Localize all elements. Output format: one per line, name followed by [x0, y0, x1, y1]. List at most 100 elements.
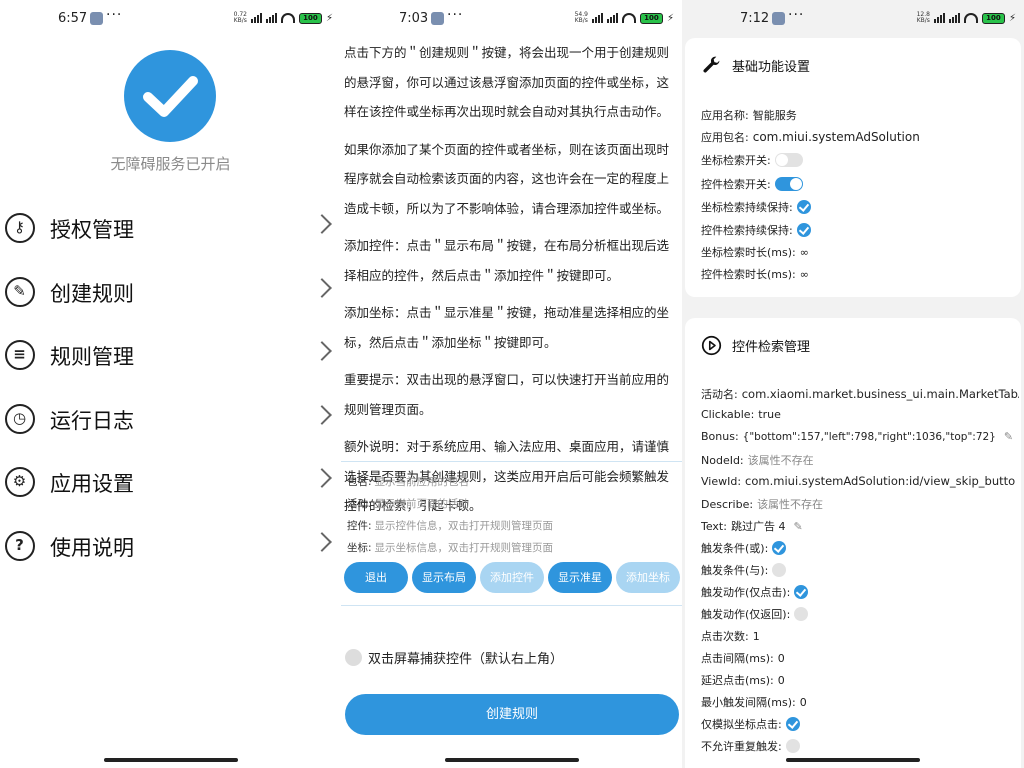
create-rule-screen: 7:03 ··· 54.9 KB/s 100 ⚡ 点击下方的＂创建规则＂按键，将…	[341, 0, 682, 768]
action-back-row: 触发动作(仅返回):	[701, 606, 1019, 622]
widget-search-card: 控件检索管理 活动名: com.xiaomi.market.business_ui…	[685, 318, 1021, 768]
help-paragraph: 点击下方的＂创建规则＂按键，将会出现一个用于创建规则的悬浮窗，你可以通过该悬浮窗…	[344, 45, 670, 119]
battery-icon: 100	[639, 12, 663, 24]
home-indicator[interactable]	[444, 758, 579, 762]
float-row-widget: 控件: 显示控件信息，双击打开规则管理页面	[347, 520, 554, 532]
double-tap-label: 双击屏幕捕获控件（默认右上角）	[368, 652, 564, 667]
main-menu: ⚷ 授权管理 ✎ 创建规则 ≡ 规则管理 ◷ 运行日志 ⚙ 应用设置 ? 使用说…	[0, 197, 341, 579]
service-enabled-check-icon	[124, 50, 216, 142]
signal-icon-2	[265, 13, 277, 23]
charging-icon: ⚡	[325, 12, 333, 24]
chevron-right-icon	[312, 341, 332, 362]
trigger-and-checkbox[interactable]	[772, 563, 787, 577]
status-time: 6:57	[58, 11, 88, 26]
click-interval-row[interactable]: 点击间隔(ms): 0	[701, 650, 1019, 666]
menu-item-settings[interactable]: ⚙ 应用设置	[0, 451, 341, 515]
widget-switch-row: 控件检索开关:	[701, 176, 1019, 192]
add-widget-button[interactable]: 添加控件	[480, 562, 544, 593]
edit-icon[interactable]: ✎	[1004, 430, 1013, 443]
menu-item-label: 规则管理	[50, 345, 134, 370]
home-indicator[interactable]	[103, 758, 238, 762]
menu-item-label: 创建规则	[50, 281, 134, 306]
rule-settings-screen: 7:12 ··· 12.8 KB/s 100 ⚡ 基础功能设置 应用名称: 智能服…	[682, 0, 1024, 768]
signal-icon	[933, 13, 945, 23]
trigger-and-row: 触发条件(与):	[701, 562, 1019, 578]
wifi-icon	[963, 13, 978, 23]
menu-item-label: 运行日志	[50, 408, 134, 433]
help-paragraph: 添加控件：点击＂显示布局＂按键，在布局分析框出现后选择相应的控件，然后点击＂添加…	[344, 238, 670, 283]
clickable-row: Clickable: true	[701, 408, 781, 421]
charging-icon: ⚡	[1008, 12, 1016, 24]
clock-icon: ◷	[5, 403, 35, 434]
help-paragraph: 添加坐标：点击＂显示准星＂按键，拖动准星选择相应的坐标，然后点击＂添加坐标＂按键…	[344, 305, 670, 350]
help-text: 点击下方的＂创建规则＂按键，将会出现一个用于创建规则的悬浮窗，你可以通过该悬浮窗…	[344, 38, 680, 529]
chevron-right-icon	[312, 404, 332, 425]
widget-switch-toggle[interactable]	[774, 177, 803, 191]
double-tap-radio[interactable]	[345, 649, 362, 666]
exit-button[interactable]: 退出	[344, 562, 408, 593]
bonus-row: Bonus: {"bottom":157,"left":798,"right":1…	[701, 430, 1014, 443]
wifi-icon	[621, 13, 636, 23]
add-coord-button[interactable]: 添加坐标	[616, 562, 680, 593]
status-bar: 6:57 ··· 0.72 KB/s 100 ⚡	[0, 0, 341, 38]
action-click-checkbox[interactable]	[794, 585, 809, 599]
no-repeat-row: 不允许重复触发:	[701, 738, 1019, 754]
text-row: Text: 跳过广告 4 ✎	[701, 519, 803, 534]
menu-item-rule-manage[interactable]: ≡ 规则管理	[0, 324, 341, 388]
trigger-or-row: 触发条件(或):	[701, 540, 1019, 556]
network-speed: 54.9 KB/s	[574, 11, 588, 24]
viewid-row: ViewId: com.miui.systemAdSolution:id/view…	[701, 474, 1016, 488]
menu-item-log[interactable]: ◷ 运行日志	[0, 388, 341, 452]
menu-item-label: 授权管理	[50, 218, 134, 242]
status-time: 7:12	[740, 11, 770, 26]
charging-icon: ⚡	[666, 12, 674, 24]
coord-switch-toggle[interactable]	[774, 153, 803, 167]
home-screen: 6:57 ··· 0.72 KB/s 100 ⚡ 无障碍服务已开启 ⚷ 授权管理…	[0, 0, 341, 768]
database-icon: ≡	[5, 340, 35, 371]
key-icon: ⚷	[5, 213, 35, 243]
menu-item-create-rule[interactable]: ✎ 创建规则	[0, 261, 341, 325]
trigger-or-checkbox[interactable]	[772, 541, 787, 555]
service-status-text: 无障碍服务已开启	[110, 155, 231, 173]
coord-keep-row: 坐标检索持续保持:	[701, 199, 1019, 215]
help-icon: ?	[5, 530, 35, 561]
chevron-right-icon	[312, 468, 332, 489]
app-notification-icon	[431, 12, 444, 25]
show-layout-button[interactable]: 显示布局	[412, 562, 476, 593]
action-click-row: 触发动作(仅点击):	[701, 584, 1019, 600]
nodeid-row: NodeId: 该属性不存在	[701, 453, 814, 468]
status-bar: 7:12 ··· 12.8 KB/s 100 ⚡	[682, 0, 1024, 38]
coord-keep-checkbox[interactable]	[796, 200, 811, 214]
double-tap-option[interactable]: 双击屏幕捕获控件（默认右上角）	[345, 648, 563, 667]
chevron-right-icon	[312, 214, 332, 234]
home-indicator[interactable]	[786, 758, 920, 762]
simulate-checkbox[interactable]	[785, 717, 800, 731]
card-title-text: 基础功能设置	[732, 60, 811, 75]
click-count-row[interactable]: 点击次数: 1	[701, 628, 1019, 644]
action-back-checkbox[interactable]	[794, 607, 809, 621]
coord-duration-row[interactable]: 坐标检索时长(ms): ∞	[701, 244, 1019, 260]
describe-row: Describe: 该属性不存在	[701, 497, 824, 512]
create-rule-button[interactable]: 创建规则	[345, 694, 679, 735]
signal-icon-2	[948, 13, 960, 23]
gear-icon: ⚙	[5, 467, 35, 498]
activity-row: 活动名: com.xiaomi.market.business_ui.main.M…	[701, 387, 1019, 401]
play-circle-icon	[701, 335, 722, 356]
menu-item-auth[interactable]: ⚷ 授权管理	[0, 197, 341, 261]
widget-duration-row[interactable]: 控件检索时长(ms): ∞	[701, 266, 1019, 282]
signal-icon	[591, 13, 603, 23]
show-crosshair-button[interactable]: 显示准星	[548, 562, 612, 593]
widget-keep-checkbox[interactable]	[796, 223, 811, 237]
min-trigger-row[interactable]: 最小触发间隔(ms): 0	[701, 694, 1019, 710]
no-repeat-checkbox[interactable]	[785, 739, 800, 753]
more-notifications-icon: ···	[106, 7, 123, 23]
delay-row[interactable]: 延迟点击(ms): 0	[701, 672, 1019, 688]
menu-item-help[interactable]: ? 使用说明	[0, 515, 341, 579]
edit-icon[interactable]: ✎	[793, 520, 802, 533]
status-bar: 7:03 ··· 54.9 KB/s 100 ⚡	[341, 0, 682, 38]
menu-item-label: 使用说明	[50, 535, 134, 560]
help-paragraph: 如果你添加了某个页面的控件或者坐标，则在该页面出现时程序就会自动检索该页面的内容…	[344, 141, 670, 216]
help-paragraph: 重要提示：双击出现的悬浮窗口，可以快速打开当前应用的规则管理页面。	[344, 372, 670, 417]
floating-window[interactable]: 包名: 显示当前应用的包名 活动: 显示当前页面的活动 控件: 显示控件信息，双击打开…	[341, 461, 682, 606]
simulate-row: 仅模拟坐标点击:	[701, 716, 1019, 732]
